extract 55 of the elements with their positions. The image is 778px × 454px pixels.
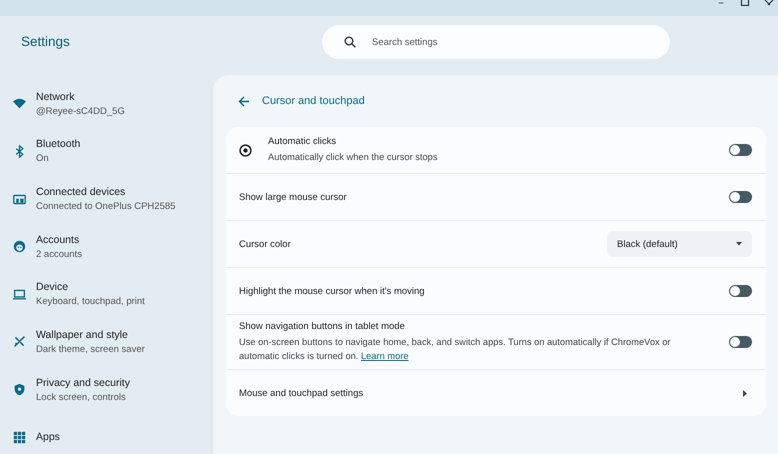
toggle-switch[interactable] xyxy=(729,336,752,348)
setting-label: Cursor color xyxy=(239,238,292,250)
setting-label: Automatic clicks xyxy=(268,136,338,147)
setting-label: Show navigation buttons in tablet mode xyxy=(239,321,406,332)
sidebar-item[interactable]: Accounts 2 accounts xyxy=(0,230,213,264)
setting-label: Show large mouse cursor xyxy=(239,192,348,202)
search-icon xyxy=(344,36,356,48)
sidebar-item[interactable]: Wallpaper and style Dark theme, screen saver xyxy=(0,325,213,359)
sidebar-item[interactable]: Bluetooth On xyxy=(0,134,213,168)
setting-label: Highlight the mouse cursor when it's moving xyxy=(239,286,426,296)
item-subtitle: 2 accounts xyxy=(36,248,82,260)
item-subtitle: On xyxy=(36,153,50,164)
bluetooth-icon xyxy=(13,144,26,158)
setting-description: Automatically click when the cursor stops xyxy=(268,151,438,164)
toggle-switch[interactable] xyxy=(729,285,752,297)
close-icon[interactable] xyxy=(764,0,774,6)
app-title: Settings xyxy=(20,33,71,49)
maximize-icon[interactable] xyxy=(740,0,750,6)
page-title: Cursor and touchpad xyxy=(262,95,365,107)
chevron-right-icon[interactable] xyxy=(743,390,747,396)
item-subtitle: Keyboard, touchpad, print xyxy=(36,296,145,308)
toggle-switch[interactable] xyxy=(729,144,752,156)
laptop-icon xyxy=(13,288,26,301)
sidebar-item[interactable]: Connected devices Connected to OnePlus CPH2585 xyxy=(0,182,213,216)
cursor-color-dropdown[interactable]: Black (default) xyxy=(607,231,752,257)
shield-icon xyxy=(13,383,26,396)
item-subtitle: Dark theme, screen saver xyxy=(36,344,145,355)
dropdown-caret-icon xyxy=(736,242,742,246)
setting-description: Use on-screen buttons to navigate home, back, and switch apps. Turns on automatically if ChromeVox or automatic clicks is turned on. Learn more xyxy=(239,336,672,363)
face-icon xyxy=(13,240,26,254)
toggle-switch[interactable] xyxy=(729,191,752,203)
search-field[interactable]: Search settings xyxy=(322,25,670,59)
item-subtitle: Connected to OnePlus CPH2585 xyxy=(36,201,176,212)
item-title: Bluetooth xyxy=(36,138,80,150)
learn-more-link[interactable]: Learn more xyxy=(360,351,409,361)
wifi-icon xyxy=(13,97,26,110)
item-title: Network xyxy=(36,90,76,103)
item-subtitle: @Reyee-sC4DD_5G xyxy=(36,106,125,117)
setting-label: Mouse and touchpad settings xyxy=(239,388,364,398)
item-title: Accounts xyxy=(36,234,80,246)
back-arrow-icon[interactable] xyxy=(238,96,250,106)
sidebar-item[interactable]: Network @Reyee-sC4DD_5G xyxy=(0,87,213,121)
sidebar-item[interactable]: Privacy and security Lock screen, controls xyxy=(0,372,213,406)
minimize-icon[interactable] xyxy=(716,0,726,6)
grid-icon xyxy=(13,430,26,444)
target-icon xyxy=(239,144,252,156)
item-title: Connected devices xyxy=(36,186,126,198)
item-title: Apps xyxy=(36,431,60,444)
item-title: Device xyxy=(36,281,70,294)
display-icon xyxy=(13,192,26,206)
item-subtitle: Lock screen, controls xyxy=(36,392,127,403)
sidebar-item[interactable]: Device Keyboard, touchpad, print xyxy=(0,278,213,312)
item-title: Privacy and security xyxy=(36,376,130,389)
sidebar-item[interactable]: Apps xyxy=(0,420,213,454)
item-title: Wallpaper and style xyxy=(36,328,129,341)
